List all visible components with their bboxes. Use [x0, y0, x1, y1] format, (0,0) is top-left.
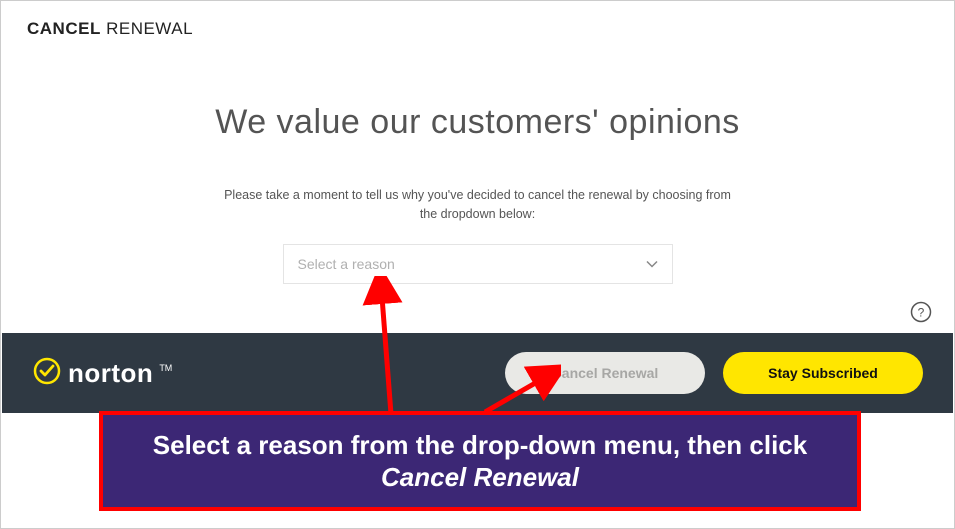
annotation-callout: Select a reason from the drop-down menu,…	[99, 411, 861, 511]
page-title-light: RENEWAL	[106, 19, 193, 38]
page-title-bold: CANCEL	[27, 19, 101, 38]
footer-actions: Cancel Renewal Stay Subscribed	[505, 352, 923, 394]
reason-dropdown[interactable]: Select a reason	[283, 244, 673, 284]
instruction-text: Please take a moment to tell us why you'…	[218, 186, 738, 224]
brand-logo: norton TM	[32, 356, 172, 391]
footer-bar: norton TM Cancel Renewal Stay Subscribed	[2, 333, 953, 413]
page-title: CANCEL RENEWAL	[27, 19, 928, 39]
cancel-renewal-button[interactable]: Cancel Renewal	[505, 352, 705, 394]
stay-subscribed-button[interactable]: Stay Subscribed	[723, 352, 923, 394]
annotation-text: Select a reason from the drop-down menu,…	[123, 429, 837, 494]
help-icon[interactable]: ?	[910, 301, 932, 323]
app-window: CANCEL RENEWAL We value our customers' o…	[0, 0, 955, 529]
trademark-symbol: TM	[159, 363, 172, 373]
page-header: CANCEL RENEWAL	[1, 1, 954, 47]
annotation-text-plain: Select a reason from the drop-down menu,…	[153, 430, 807, 460]
dropdown-placeholder: Select a reason	[298, 256, 395, 272]
main-content: We value our customers' opinions Please …	[1, 47, 954, 284]
brand-name: norton	[68, 358, 153, 389]
annotation-text-italic: Cancel Renewal	[381, 462, 579, 492]
norton-checkmark-icon	[32, 356, 62, 391]
chevron-down-icon	[646, 258, 658, 270]
svg-text:?: ?	[918, 306, 925, 320]
hero-heading: We value our customers' opinions	[41, 103, 914, 142]
